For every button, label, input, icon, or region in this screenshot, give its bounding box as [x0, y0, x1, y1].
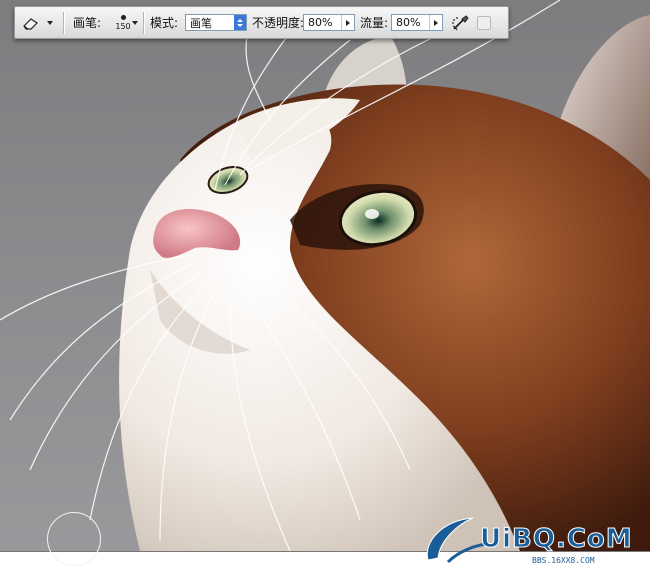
watermark-main-text: UiBQ.CoM: [480, 524, 633, 555]
mode-select[interactable]: 画笔: [185, 14, 247, 31]
opacity-input[interactable]: 80%: [303, 14, 355, 31]
tool-options-bar: 画笔: 150 模式: 画笔 不透明度: 80% 流量: 80%: [14, 6, 509, 39]
toolbar-divider: [143, 12, 145, 34]
flow-input[interactable]: 80%: [391, 14, 443, 31]
select-arrows-icon: [234, 15, 246, 30]
opacity-value: 80%: [308, 16, 333, 29]
airbrush-toggle[interactable]: [451, 7, 471, 38]
extra-options-icon[interactable]: [477, 7, 491, 38]
brush-size-value: 150: [115, 21, 131, 31]
flow-value: 80%: [396, 16, 421, 29]
mode-control: 模式:: [150, 7, 178, 38]
opacity-control: 不透明度:: [252, 7, 304, 38]
chevron-right-icon: [346, 19, 350, 26]
watermark-swoosh-icon: [426, 517, 487, 564]
brush-tip-icon: [120, 14, 126, 20]
flow-control: 流量:: [360, 7, 388, 38]
airbrush-icon: [452, 14, 469, 30]
tool-preset-picker[interactable]: [21, 7, 53, 38]
flow-label: 流量:: [360, 16, 389, 30]
flow-slider-button[interactable]: [429, 15, 442, 30]
eraser-icon: [23, 17, 38, 30]
brush-cursor-circle: [47, 512, 101, 566]
opacity-slider-button[interactable]: [341, 15, 354, 30]
opacity-label: 不透明度:: [252, 16, 305, 30]
cat-artwork: [0, 0, 650, 552]
options-box-icon: [477, 15, 491, 30]
document-canvas[interactable]: UiBQ.CoM BBS.16XX8.COM: [0, 0, 650, 571]
brush-control: 画笔:: [73, 7, 101, 38]
mode-label: 模式:: [150, 16, 179, 30]
mode-select-value: 画笔: [190, 16, 212, 30]
watermark: UiBQ.CoM BBS.16XX8.COM: [418, 512, 650, 568]
brush-dropdown[interactable]: [132, 7, 138, 38]
chevron-down-icon: [47, 20, 53, 25]
toolbar-divider: [63, 12, 65, 34]
brush-label: 画笔:: [73, 16, 102, 30]
watermark-sub-text: BBS.16XX8.COM: [530, 556, 597, 565]
chevron-down-icon: [132, 20, 138, 25]
chevron-right-icon: [434, 19, 438, 26]
